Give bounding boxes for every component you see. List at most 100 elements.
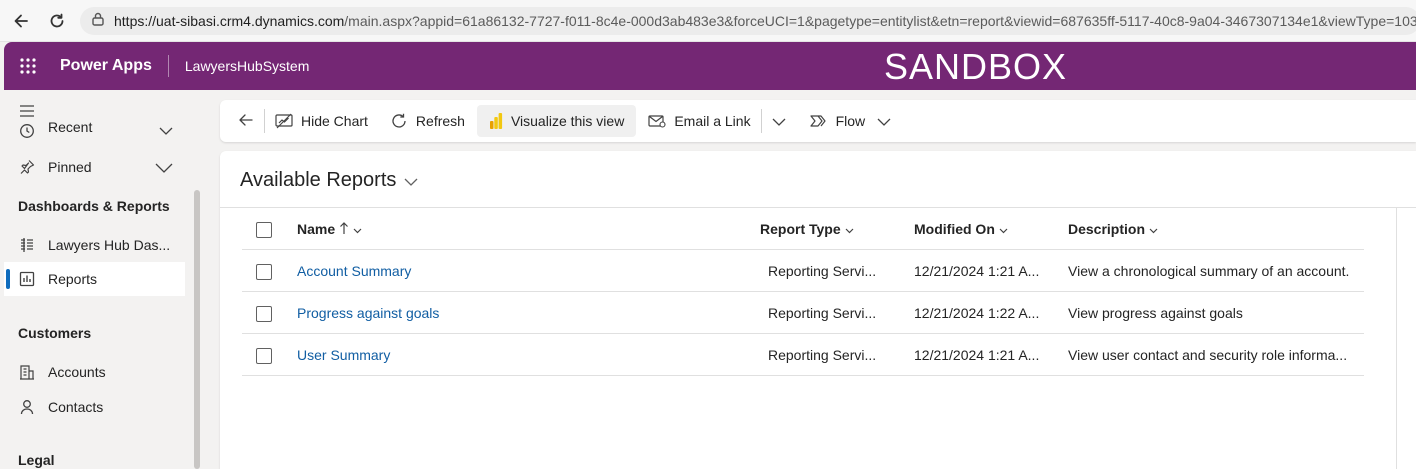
column-header-label: Report Type: [760, 221, 841, 237]
back-arrow-icon[interactable]: [10, 10, 32, 32]
report-name-link[interactable]: Account Summary: [297, 263, 411, 279]
chart-icon: [275, 113, 293, 129]
sidebar-item-contacts[interactable]: Contacts: [4, 390, 185, 424]
reports-grid: Name Report Type Modified On Description…: [242, 208, 1364, 376]
flow-button[interactable]: Flow: [802, 105, 900, 137]
building-icon: [18, 363, 36, 381]
back-arrow-icon: [238, 112, 254, 131]
modified-on-cell: 12/21/2024 1:21 A...: [914, 263, 1040, 279]
sidebar-group-dashboards: Dashboards & Reports: [18, 198, 170, 214]
column-header-modified-on[interactable]: Modified On: [914, 208, 1044, 250]
row-checkbox[interactable]: [256, 306, 272, 322]
email-link-icon: [648, 113, 666, 129]
reload-icon[interactable]: [46, 10, 68, 32]
refresh-button[interactable]: Refresh: [382, 105, 473, 137]
description-cell: View user contact and security role info…: [1068, 347, 1348, 363]
column-header-label: Description: [1068, 221, 1146, 237]
sidebar-group-legal: Legal: [18, 452, 55, 468]
column-header-description[interactable]: Description: [1068, 208, 1364, 250]
chevron-down-icon: [159, 122, 173, 138]
column-header-label: Name: [297, 221, 336, 237]
column-header-report-type[interactable]: Report Type: [760, 208, 890, 250]
app-header: Power Apps LawyersHubSystem SANDBOX: [4, 42, 1416, 90]
report-name-link[interactable]: User Summary: [297, 347, 390, 363]
chevron-down-icon: [841, 221, 854, 237]
grid-header-row: Name Report Type Modified On Description: [242, 208, 1364, 250]
environment-name[interactable]: LawyersHubSystem: [185, 58, 310, 74]
chevron-down-icon: [349, 221, 362, 237]
refresh-icon: [390, 112, 408, 130]
email-link-button[interactable]: Email a Link: [640, 105, 758, 137]
back-button[interactable]: [230, 105, 262, 137]
sidebar: Recent Pinned Dashboards & Reports Lawye…: [4, 90, 204, 469]
hide-chart-button[interactable]: Hide Chart: [267, 105, 376, 137]
row-checkbox[interactable]: [256, 348, 272, 364]
chevron-down-icon: [1145, 221, 1158, 237]
description-cell: View progress against goals: [1068, 305, 1243, 321]
header-divider: [167, 55, 169, 77]
sidebar-scrollbar[interactable]: [194, 190, 200, 469]
flow-label: Flow: [835, 113, 866, 129]
chevron-down-icon: [155, 160, 173, 176]
toolbar-separator: [760, 109, 762, 133]
command-bar: Hide Chart Refresh Visualize this view E…: [220, 100, 1416, 142]
url-host: https://uat-sibasi.crm4.dynamics.com: [114, 13, 345, 29]
power-bi-icon: [489, 112, 503, 130]
report-icon: [18, 270, 36, 288]
sandbox-banner: SANDBOX: [884, 46, 1068, 87]
sidebar-item-label: Lawyers Hub Das...: [48, 237, 171, 253]
refresh-label: Refresh: [415, 113, 465, 129]
main-panel: Available Reports Name Report Type Modif…: [220, 151, 1416, 469]
browser-toolbar: https://uat-sibasi.crm4.dynamics.com/mai…: [0, 0, 1416, 42]
sidebar-item-lawyers-hub[interactable]: Lawyers Hub Das...: [4, 228, 185, 262]
table-row[interactable]: User Summary Reporting Servi... 12/21/20…: [242, 334, 1364, 376]
more-email-options-button[interactable]: [764, 105, 794, 137]
sort-ascending-icon: [335, 221, 349, 238]
dashboard-icon: [18, 236, 36, 254]
chevron-down-icon: [772, 113, 786, 129]
column-header-name[interactable]: Name: [297, 208, 737, 250]
grid-scroll-track: [1396, 208, 1397, 469]
report-type-cell: Reporting Servi...: [768, 347, 877, 363]
table-row[interactable]: Account Summary Reporting Servi... 12/21…: [242, 250, 1364, 292]
table-row[interactable]: Progress against goals Reporting Servi..…: [242, 292, 1364, 334]
flow-icon: [809, 113, 828, 129]
chevron-down-icon: [995, 221, 1008, 237]
sidebar-item-pinned[interactable]: Pinned: [4, 150, 185, 184]
site-info-icon[interactable]: [90, 11, 106, 32]
sidebar-group-customers: Customers: [18, 325, 92, 341]
visualize-view-button[interactable]: Visualize this view: [476, 105, 637, 137]
sidebar-item-accounts[interactable]: Accounts: [4, 355, 185, 389]
toolbar-separator: [264, 109, 265, 133]
url-path: /main.aspx?appid=61a86132-7727-f011-8c4e…: [344, 13, 1416, 29]
person-icon: [18, 398, 36, 416]
row-checkbox[interactable]: [256, 264, 272, 280]
sidebar-item-reports[interactable]: Reports: [4, 262, 185, 296]
report-name-link[interactable]: Progress against goals: [297, 305, 439, 321]
sidebar-item-label: Recent: [48, 119, 93, 135]
description-cell: View a chronological summary of an accou…: [1068, 263, 1350, 279]
sidebar-item-label: Reports: [48, 271, 98, 287]
modified-on-cell: 12/21/2024 1:22 A...: [914, 305, 1040, 321]
chevron-down-icon: [877, 113, 891, 129]
app-launcher-icon[interactable]: [4, 42, 52, 90]
app-name[interactable]: Power Apps: [60, 57, 152, 75]
column-header-label: Modified On: [914, 221, 995, 237]
sidebar-item-label: Pinned: [48, 159, 92, 175]
select-all-checkbox[interactable]: [256, 222, 272, 238]
sidebar-item-recent[interactable]: Recent: [4, 118, 185, 144]
address-bar[interactable]: https://uat-sibasi.crm4.dynamics.com/mai…: [80, 7, 1416, 35]
pin-icon: [18, 158, 36, 176]
clock-icon: [18, 122, 36, 140]
hide-chart-label: Hide Chart: [301, 113, 368, 129]
view-title: Available Reports: [240, 169, 397, 191]
sidebar-item-label: Accounts: [48, 364, 106, 380]
url-text: https://uat-sibasi.crm4.dynamics.com/mai…: [114, 13, 1416, 29]
report-type-cell: Reporting Servi...: [768, 263, 877, 279]
view-selector[interactable]: Available Reports: [240, 169, 418, 192]
modified-on-cell: 12/21/2024 1:21 A...: [914, 347, 1040, 363]
report-type-cell: Reporting Servi...: [768, 305, 877, 321]
sidebar-item-label: Contacts: [48, 399, 104, 415]
visualize-view-label: Visualize this view: [510, 113, 625, 129]
chevron-down-icon: [396, 169, 418, 192]
